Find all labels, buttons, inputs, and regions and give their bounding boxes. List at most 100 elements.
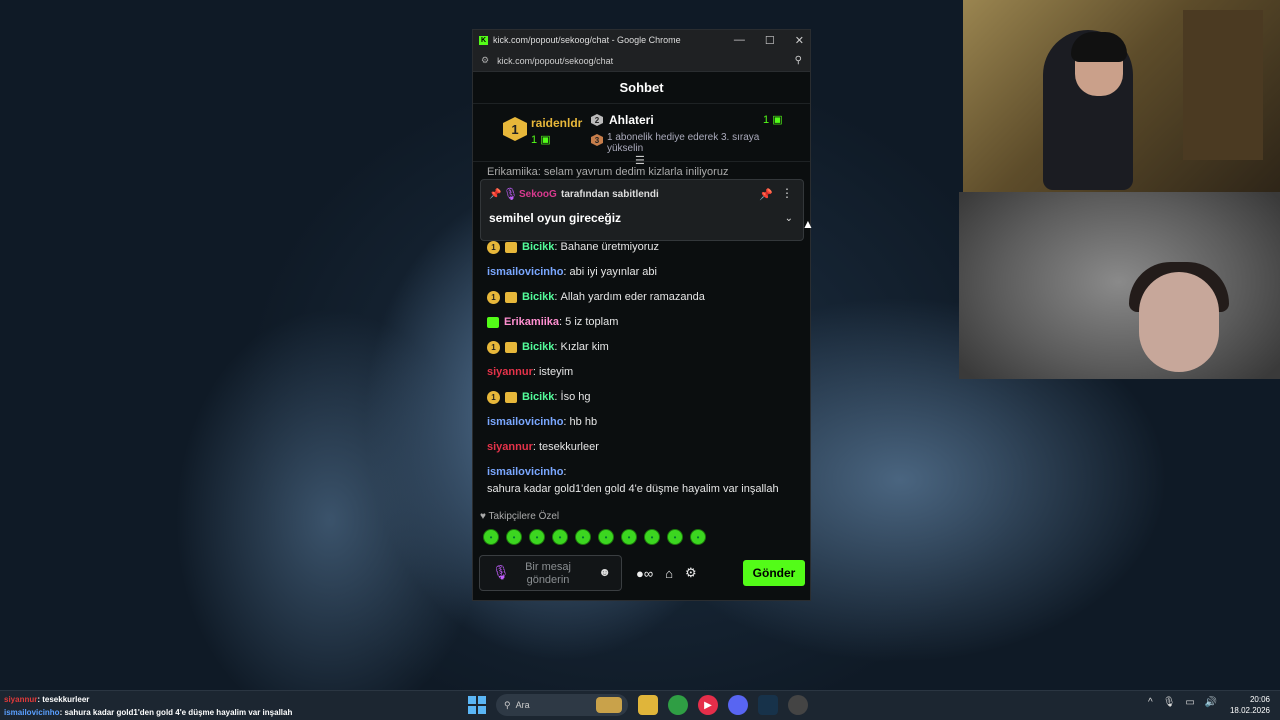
chrome-icon[interactable] <box>668 695 688 715</box>
chat-text: İso hg <box>560 391 591 403</box>
gift-count: 1 <box>531 134 538 146</box>
minimize-button[interactable]: — <box>734 34 745 47</box>
chat-username[interactable]: Bicikk <box>522 239 554 256</box>
pinned-message[interactable]: 📌 🎙 SekooG tarafından sabitlendi 📌 ⋮ sem… <box>480 179 804 241</box>
overlay-user: ismailovicinho <box>4 708 60 717</box>
top-gifter-badge: 1 <box>487 391 500 404</box>
app-icon[interactable] <box>788 695 808 715</box>
close-button[interactable]: ✕ <box>795 34 804 47</box>
emote-bar: • • • • • • • • • • <box>483 529 706 545</box>
chat-message: Erikamiika: 5 iz toplam <box>487 314 797 331</box>
emote-8-icon[interactable]: • <box>644 529 660 545</box>
emote-1-icon[interactable]: • <box>483 529 499 545</box>
leaderboard-hint: 1 abonelik hediye ederek 3. sıraya yükse… <box>607 132 760 154</box>
site-settings-icon[interactable]: ⚙ <box>481 55 489 66</box>
stream-chat-overlay: siyannur: tesekkurleer ismailovicinho: s… <box>4 693 292 719</box>
gift-icon: ▣ <box>772 114 783 126</box>
start-button[interactable] <box>468 696 486 714</box>
chat-text: tesekkurleer <box>538 441 599 453</box>
pinned-author[interactable]: SekooG <box>519 189 557 200</box>
maximize-button[interactable]: ☐ <box>765 34 775 47</box>
chat-username[interactable]: Erikamiika <box>504 314 559 331</box>
followers-only-label: ♥ Takipçilere Özel <box>480 511 560 522</box>
window-title: kick.com/popout/sekoog/chat - Google Chr… <box>493 35 681 45</box>
chat-username[interactable]: Bicikk <box>522 339 554 356</box>
chat-text: abi iyi yayınlar abi <box>569 266 657 278</box>
network-icon[interactable]: ▭ <box>1185 697 1194 708</box>
taskbar-search[interactable]: ⚲ Ara <box>496 694 628 716</box>
pinned-text: semihel oyun gireceğiz <box>489 211 622 225</box>
chat-messages-area[interactable]: Erikamiika: selam yavrum dedim kizlarla … <box>473 166 810 502</box>
chat-text: Kızlar kim <box>560 341 609 353</box>
pin-icon: 📌 <box>489 189 502 200</box>
gift-badge-icon <box>487 317 499 328</box>
gift-badge-icon <box>505 392 517 403</box>
kick-logo-icon: K <box>479 35 488 45</box>
emote-9-icon[interactable]: • <box>667 529 683 545</box>
emote-10-icon[interactable]: • <box>690 529 706 545</box>
separator: : <box>563 466 570 478</box>
chat-message: ismailovicinho: sahura kadar gold1'den g… <box>487 464 797 498</box>
emote-5-icon[interactable]: • <box>575 529 591 545</box>
taskbar: siyannur: tesekkurleer ismailovicinho: s… <box>0 690 1280 720</box>
emote-3-icon[interactable]: • <box>529 529 545 545</box>
media-player-icon[interactable]: ▶ <box>698 695 718 715</box>
chat-message: 1 Bicikk: Allah yardım eder ramazanda <box>487 289 797 306</box>
chevron-up-icon[interactable]: ^ <box>1148 697 1153 708</box>
search-icon: ⚲ <box>504 699 516 710</box>
emote-4-icon[interactable]: • <box>552 529 568 545</box>
leaderboard-second-name[interactable]: Ahlateri <box>609 113 654 127</box>
overlay-line: ismailovicinho: sahura kadar gold1'den g… <box>4 706 292 719</box>
kicks-icon[interactable]: ●∞ <box>636 566 653 581</box>
clock[interactable]: 20:06 18.02.2026 <box>1228 694 1270 716</box>
gift-badge-icon <box>505 342 517 353</box>
gift-badge-icon <box>505 242 517 253</box>
overlay-line: siyannur: tesekkurleer <box>4 693 292 706</box>
clock-time: 20:06 <box>1249 695 1270 704</box>
chat-username[interactable]: ismailovicinho <box>487 264 563 281</box>
chrome-popup-window: K kick.com/popout/sekoog/chat - Google C… <box>472 29 811 601</box>
steam-icon[interactable] <box>758 695 778 715</box>
send-button[interactable]: Gönder <box>743 560 805 586</box>
chat-message: siyannur: tesekkurleer <box>487 439 797 456</box>
emote-7-icon[interactable]: • <box>621 529 637 545</box>
store-icon[interactable]: ⌂ <box>665 566 673 581</box>
webcam-top <box>963 0 1280 192</box>
window-titlebar: K kick.com/popout/sekoog/chat - Google C… <box>473 30 810 50</box>
volume-icon[interactable]: 🔊 <box>1205 697 1217 708</box>
chat-username[interactable]: siyannur <box>487 364 533 381</box>
leaderboard-first-name[interactable]: raidenldr <box>531 116 582 130</box>
gift-badge-icon <box>505 292 517 303</box>
emoji-icon[interactable]: ☻ <box>598 565 611 579</box>
chat-text: isteyim <box>538 366 574 378</box>
rank-2-badge: 2 <box>591 114 603 126</box>
more-options-icon[interactable]: ⋮ <box>781 186 793 200</box>
message-input[interactable]: 🎙 Bir mesaj gönderin ☻ <box>479 555 622 591</box>
file-explorer-icon[interactable] <box>638 695 658 715</box>
discord-icon[interactable] <box>728 695 748 715</box>
rank-1-badge: 1 <box>503 117 527 141</box>
chat-username[interactable]: Bicikk <box>522 289 554 306</box>
zoom-icon[interactable]: ⚲ <box>795 55 802 66</box>
chat-message: ismailovicinho: abi iyi yayınlar abi <box>487 264 797 281</box>
chat-username[interactable]: siyannur <box>487 439 533 456</box>
chat-message: ismailovicinho: hb hb <box>487 414 797 431</box>
unpin-icon[interactable]: 📌 <box>759 188 773 201</box>
mic-icon[interactable]: 🎙 <box>1163 697 1176 708</box>
chat-text: Allah yardım eder ramazanda <box>560 291 705 303</box>
overlay-text: : sahura kadar gold1'den gold 4'e düşme … <box>59 708 293 717</box>
emote-6-icon[interactable]: • <box>598 529 614 545</box>
gear-icon[interactable]: ⚙ <box>685 565 697 581</box>
top-gifter-badge: 1 <box>487 291 500 304</box>
chat-text: sahura kadar gold1'den gold 4'e düşme ha… <box>487 483 779 495</box>
address-bar[interactable]: ⚙ kick.com/popout/sekoog/chat ⚲ <box>473 50 810 72</box>
chat-username[interactable]: ismailovicinho <box>487 464 563 481</box>
chevron-down-icon[interactable]: ⌄ <box>785 213 793 224</box>
top-gifter-badge: 1 <box>487 241 500 254</box>
emote-2-icon[interactable]: • <box>506 529 522 545</box>
gift-leaderboard: 1 raidenldr 1 ▣ 2 Ahlateri 1 ▣ 3 1 abone… <box>473 104 810 167</box>
url-text[interactable]: kick.com/popout/sekoog/chat <box>497 56 613 66</box>
chat-username[interactable]: Bicikk <box>522 389 554 406</box>
chat-username[interactable]: ismailovicinho <box>487 414 563 431</box>
overlay-user: siyannur <box>4 695 38 704</box>
